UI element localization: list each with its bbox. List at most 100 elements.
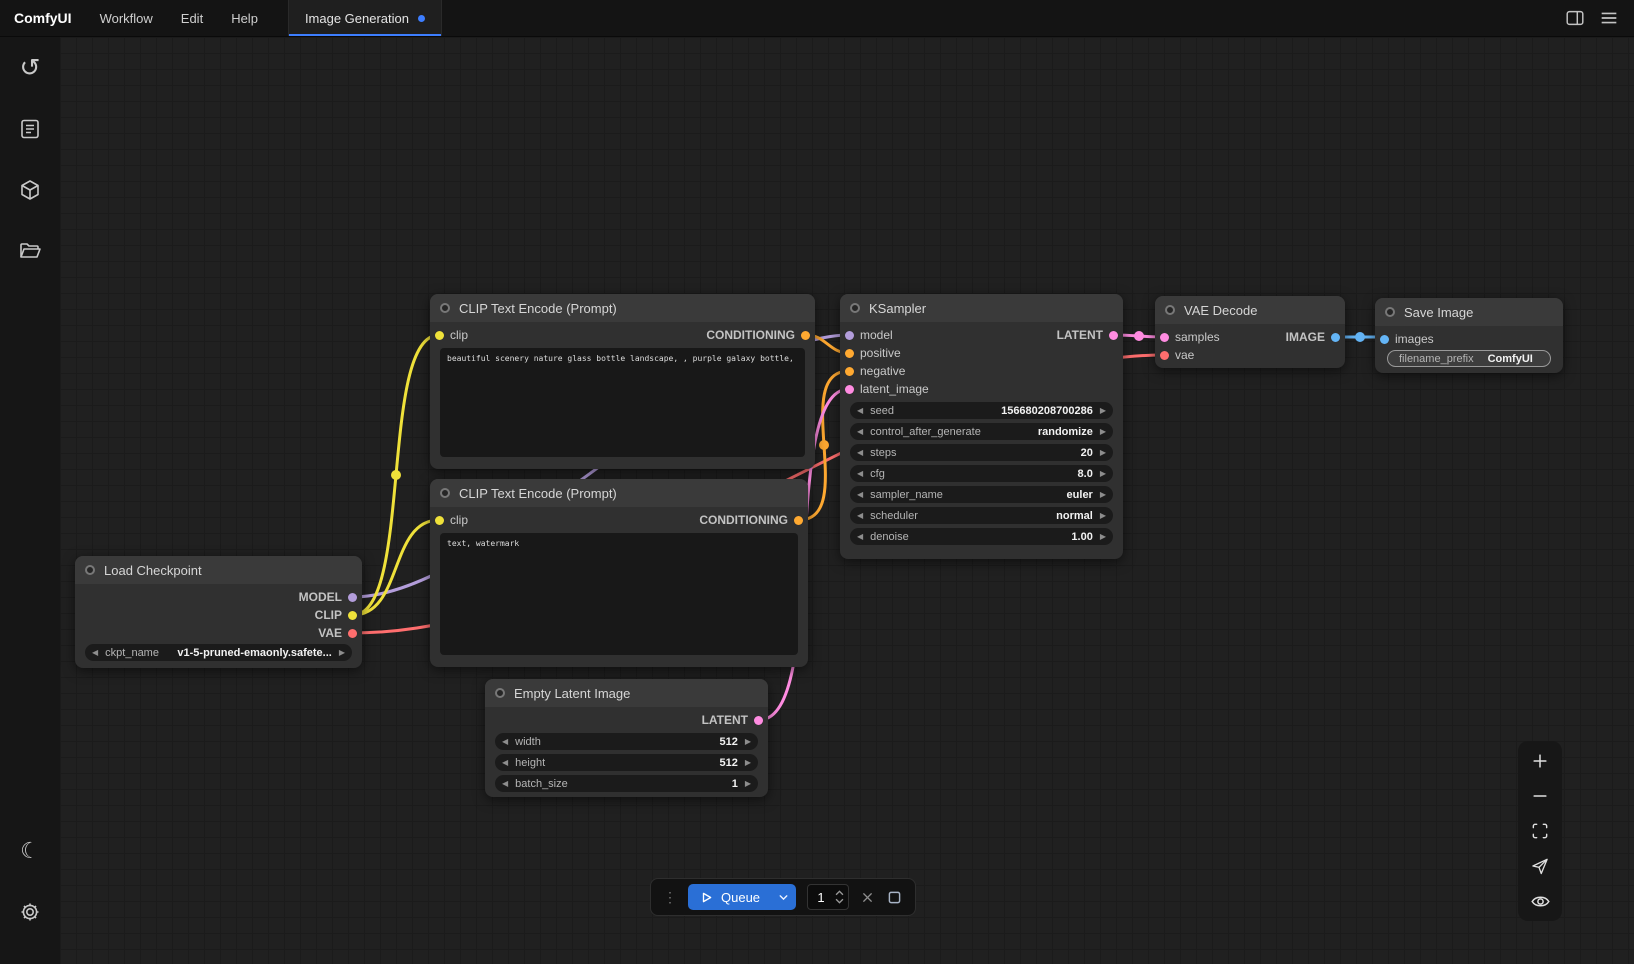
- stop-icon[interactable]: [886, 889, 903, 906]
- settings-gear-icon[interactable]: [9, 891, 51, 933]
- drag-handle-icon[interactable]: [663, 889, 677, 906]
- decrement-arrow-icon[interactable]: [502, 738, 508, 746]
- decrement-arrow-icon[interactable]: [502, 780, 508, 788]
- link-dot-latent[interactable]: [1134, 331, 1144, 341]
- input-slot-negative[interactable]: [845, 367, 854, 376]
- increment-arrow-icon[interactable]: [745, 780, 751, 788]
- link-dot-clip[interactable]: [391, 470, 401, 480]
- node-empty-latent-image[interactable]: Empty Latent Image LATENT width 512 heig…: [485, 679, 768, 797]
- widget-filename-prefix[interactable]: filename_prefix ComfyUI: [1387, 350, 1551, 367]
- pointer-mode-icon[interactable]: [1529, 855, 1551, 877]
- model-library-icon[interactable]: [9, 169, 51, 211]
- menu-workflow[interactable]: Workflow: [86, 0, 167, 36]
- node-library-icon[interactable]: [9, 108, 51, 150]
- input-slot-positive[interactable]: [845, 349, 854, 358]
- increment-arrow-icon[interactable]: [1100, 512, 1106, 520]
- tab-image-generation[interactable]: Image Generation: [288, 0, 442, 36]
- prev-value-arrow-icon[interactable]: [92, 649, 98, 657]
- decrement-arrow-icon[interactable]: [857, 449, 863, 457]
- node-header[interactable]: KSampler: [840, 294, 1123, 322]
- queue-options-chevron-icon[interactable]: [771, 884, 796, 910]
- node-header[interactable]: Load Checkpoint: [75, 556, 362, 584]
- widget-width[interactable]: width 512: [495, 733, 758, 750]
- decrement-arrow-icon[interactable]: [857, 512, 863, 520]
- output-slot-vae[interactable]: [348, 629, 357, 638]
- link-dot-conditioning[interactable]: [819, 440, 829, 450]
- input-slot-vae[interactable]: [1160, 351, 1169, 360]
- increment-arrow-icon[interactable]: [745, 759, 751, 767]
- input-slot-samples[interactable]: [1160, 333, 1169, 342]
- panel-toggle-icon[interactable]: [1562, 5, 1588, 31]
- clear-queue-icon[interactable]: [860, 890, 875, 905]
- input-slot-clip[interactable]: [435, 331, 444, 340]
- widget-denoise[interactable]: denoise 1.00: [850, 528, 1113, 545]
- menu-edit[interactable]: Edit: [167, 0, 217, 36]
- widget-height[interactable]: height 512: [495, 754, 758, 771]
- widget-steps[interactable]: steps 20: [850, 444, 1113, 461]
- node-header[interactable]: Empty Latent Image: [485, 679, 768, 707]
- widget-seed[interactable]: seed 156680208700286: [850, 402, 1113, 419]
- node-header[interactable]: CLIP Text Encode (Prompt): [430, 479, 808, 507]
- node-header[interactable]: CLIP Text Encode (Prompt): [430, 294, 815, 322]
- node-canvas[interactable]: Load Checkpoint MODEL CLIP VAE ckpt_name…: [60, 37, 1634, 964]
- decrement-arrow-icon[interactable]: [857, 533, 863, 541]
- prompt-textarea[interactable]: text, watermark: [440, 533, 798, 655]
- increment-arrow-icon[interactable]: [1100, 491, 1106, 499]
- node-header[interactable]: VAE Decode: [1155, 296, 1345, 324]
- input-slot-clip[interactable]: [435, 516, 444, 525]
- input-slot-model[interactable]: [845, 331, 854, 340]
- input-slot-latent-image[interactable]: [845, 385, 854, 394]
- collapse-dot-icon[interactable]: [850, 303, 860, 313]
- zoom-out-icon[interactable]: [1529, 785, 1551, 807]
- decrement-arrow-icon[interactable]: [857, 470, 863, 478]
- collapse-dot-icon[interactable]: [1385, 307, 1395, 317]
- node-clip-text-encode-negative[interactable]: CLIP Text Encode (Prompt) clip CONDITION…: [430, 479, 808, 667]
- next-value-arrow-icon[interactable]: [339, 649, 345, 657]
- node-header[interactable]: Save Image: [1375, 298, 1563, 326]
- collapse-dot-icon[interactable]: [495, 688, 505, 698]
- decrement-arrow-icon[interactable]: [502, 759, 508, 767]
- link-dot-image[interactable]: [1355, 332, 1365, 342]
- increment-arrow-icon[interactable]: [1100, 533, 1106, 541]
- output-slot-model[interactable]: [348, 593, 357, 602]
- history-icon[interactable]: [9, 47, 51, 89]
- node-vae-decode[interactable]: VAE Decode samples IMAGE vae: [1155, 296, 1345, 368]
- output-slot-image[interactable]: [1331, 333, 1340, 342]
- widget-cfg[interactable]: cfg 8.0: [850, 465, 1113, 482]
- node-ksampler[interactable]: KSampler model LATENT positive negative …: [840, 294, 1123, 559]
- output-slot-conditioning[interactable]: [801, 331, 810, 340]
- decrement-arrow-icon[interactable]: [857, 407, 863, 415]
- app-logo[interactable]: ComfyUI: [0, 0, 86, 36]
- collapse-dot-icon[interactable]: [85, 565, 95, 575]
- hamburger-menu-icon[interactable]: [1596, 5, 1622, 31]
- widget-batch-size[interactable]: batch_size 1: [495, 775, 758, 792]
- output-slot-clip[interactable]: [348, 611, 357, 620]
- increment-arrow-icon[interactable]: [1100, 470, 1106, 478]
- widget-scheduler[interactable]: scheduler normal: [850, 507, 1113, 524]
- stepper-down-icon[interactable]: [835, 898, 844, 904]
- increment-arrow-icon[interactable]: [1100, 407, 1106, 415]
- batch-count-input[interactable]: [812, 889, 830, 906]
- collapse-dot-icon[interactable]: [440, 488, 450, 498]
- queue-button[interactable]: Queue: [688, 884, 771, 910]
- node-clip-text-encode-positive[interactable]: CLIP Text Encode (Prompt) clip CONDITION…: [430, 294, 815, 469]
- stepper-up-icon[interactable]: [835, 890, 844, 896]
- collapse-dot-icon[interactable]: [440, 303, 450, 313]
- widget-control-after-generate[interactable]: control_after_generate randomize: [850, 423, 1113, 440]
- toggle-visibility-eye-icon[interactable]: [1529, 890, 1551, 912]
- menu-help[interactable]: Help: [217, 0, 272, 36]
- output-slot-conditioning[interactable]: [794, 516, 803, 525]
- workflows-folder-icon[interactable]: [9, 230, 51, 272]
- decrement-arrow-icon[interactable]: [857, 491, 863, 499]
- node-load-checkpoint[interactable]: Load Checkpoint MODEL CLIP VAE ckpt_name…: [75, 556, 362, 668]
- decrement-arrow-icon[interactable]: [857, 428, 863, 436]
- output-slot-latent[interactable]: [1109, 331, 1118, 340]
- increment-arrow-icon[interactable]: [1100, 449, 1106, 457]
- widget-ckpt-name[interactable]: ckpt_name v1-5-pruned-emaonly.safete...: [85, 644, 352, 661]
- node-save-image[interactable]: Save Image images filename_prefix ComfyU…: [1375, 298, 1563, 373]
- increment-arrow-icon[interactable]: [745, 738, 751, 746]
- fit-view-icon[interactable]: [1529, 820, 1551, 842]
- increment-arrow-icon[interactable]: [1100, 428, 1106, 436]
- prompt-textarea[interactable]: beautiful scenery nature glass bottle la…: [440, 348, 805, 457]
- output-slot-latent[interactable]: [754, 716, 763, 725]
